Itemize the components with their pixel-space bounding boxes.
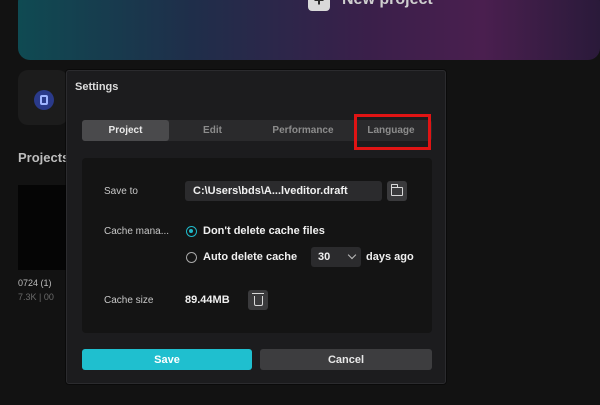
tab-edit[interactable]: Edit xyxy=(169,120,256,141)
new-project-label: New project xyxy=(342,0,433,9)
cache-management-label: Cache mana... xyxy=(104,226,170,237)
days-value: 30 xyxy=(318,251,331,263)
tab-project[interactable]: Project xyxy=(82,120,169,141)
project-thumbnail[interactable] xyxy=(18,185,68,270)
new-project-banner[interactable]: + New project xyxy=(18,0,600,60)
new-project-button[interactable]: + New project xyxy=(308,0,433,11)
project-meta: 7.3K | 00 xyxy=(18,292,54,302)
projects-heading: Projects xyxy=(18,150,70,165)
browse-folder-button[interactable] xyxy=(387,181,407,201)
project-name: 0724 (1) xyxy=(18,278,52,288)
auto-delete-cache-label[interactable]: Auto delete cache xyxy=(203,251,297,263)
dont-delete-cache-radio[interactable] xyxy=(186,226,197,237)
cancel-button[interactable]: Cancel xyxy=(260,349,432,370)
days-select[interactable]: 30 xyxy=(311,247,361,267)
plus-icon: + xyxy=(308,0,330,11)
days-ago-label: days ago xyxy=(366,251,414,263)
clear-cache-button[interactable] xyxy=(248,290,268,310)
tab-performance[interactable]: Performance xyxy=(256,120,350,141)
save-path-field[interactable]: C:\Users\bds\A...lveditor.draft xyxy=(185,181,382,201)
folder-icon xyxy=(390,183,403,196)
settings-dialog: Settings Project Edit Performance Langua… xyxy=(66,70,446,384)
cache-size-label: Cache size xyxy=(104,295,154,306)
trash-icon xyxy=(251,293,264,306)
dialog-title: Settings xyxy=(75,81,119,93)
auto-delete-cache-radio[interactable] xyxy=(186,252,197,263)
chevron-down-icon xyxy=(347,250,357,260)
cache-size-value: 89.44MB xyxy=(185,294,230,306)
save-button[interactable]: Save xyxy=(82,349,252,370)
language-tab-highlight xyxy=(354,114,431,150)
tool-icon xyxy=(34,90,54,110)
save-to-label: Save to xyxy=(104,186,138,197)
dont-delete-cache-label[interactable]: Don't delete cache files xyxy=(203,225,325,237)
project-settings-panel: Save to C:\Users\bds\A...lveditor.draft … xyxy=(82,158,432,333)
